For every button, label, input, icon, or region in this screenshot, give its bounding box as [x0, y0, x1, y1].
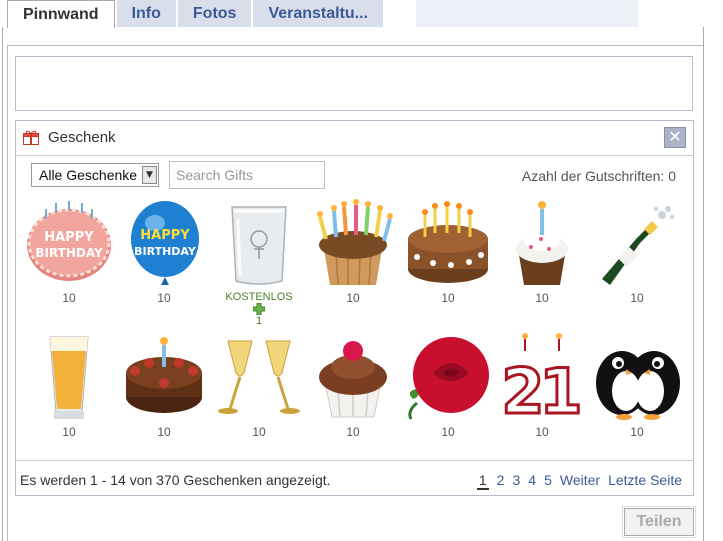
glass-tumbler-icon — [231, 206, 287, 285]
svg-text:1: 1 — [539, 355, 582, 421]
profile-tabs: Pinnwand Info Fotos Veranstaltu... — [7, 0, 385, 28]
cupcake-candle-icon — [516, 201, 568, 285]
champagne-bottle-icon — [602, 206, 674, 285]
page-link-1[interactable]: 1 — [476, 472, 489, 490]
gift-grid: HAPPY BIRTHDAY 10 HAPPY BIRTHDAY 10 KOST… — [16, 199, 693, 457]
gift-item-birthday-balloon[interactable]: HAPPY BIRTHDAY 10 — [119, 199, 209, 309]
red-rose-icon — [408, 337, 489, 420]
svg-text:BIRTHDAY: BIRTHDAY — [35, 246, 103, 260]
panel-title: Geschenk — [48, 129, 116, 146]
svg-text:HAPPY: HAPPY — [44, 230, 94, 245]
credits-count: Azahl der Gutschriften: 0 — [521, 168, 676, 184]
gift-item-champagne-glasses[interactable]: 10 — [214, 333, 304, 443]
gift-item-cupcake-candle[interactable]: 10 — [497, 199, 587, 309]
tab-bar-fill — [416, 0, 638, 27]
gift-filter-select[interactable]: Alle Geschenke ▼ — [31, 163, 159, 187]
gift-item-chocolate-torte[interactable]: 10 — [119, 333, 209, 443]
gift-item-number-21-candles[interactable]: 2 1 10 — [497, 333, 587, 443]
gift-price: 10 — [535, 291, 549, 305]
gift-price: 10 — [441, 291, 455, 305]
page-link-5[interactable]: 5 — [544, 472, 552, 490]
gift-item-beer-glass[interactable]: 10 — [24, 333, 114, 443]
share-button[interactable]: Teilen — [624, 508, 694, 536]
gift-item-birthday-cake[interactable]: HAPPY BIRTHDAY 10 — [24, 199, 114, 309]
gift-item-glass-tumbler[interactable]: KOSTENLOS 1 — [214, 199, 304, 327]
search-gifts-input[interactable] — [169, 161, 325, 189]
gift-box-icon — [23, 130, 39, 145]
gift-price: 10 — [630, 425, 644, 439]
next-page-link[interactable]: Weiter — [560, 472, 600, 490]
frame-border-left — [2, 27, 3, 541]
gift-panel-footer: Es werden 1 - 14 von 370 Geschenken ange… — [16, 460, 693, 497]
page-link-3[interactable]: 3 — [512, 472, 520, 490]
filter-selected-value: Alle Geschenke — [39, 167, 138, 183]
gift-price: 10 — [62, 291, 76, 305]
gift-item-red-rose[interactable]: 10 — [403, 333, 493, 443]
close-icon[interactable]: ✕ — [664, 127, 686, 148]
chevron-down-icon[interactable]: ▼ — [142, 166, 157, 184]
gift-price: 10 — [630, 291, 644, 305]
publisher-box[interactable] — [15, 56, 693, 111]
gift-price: 10 — [346, 291, 360, 305]
candle-cupcake-icon — [317, 199, 393, 286]
gift-item-chocolate-cake[interactable]: 10 — [403, 199, 493, 309]
tab-info[interactable]: Info — [116, 0, 176, 27]
page-link-4[interactable]: 4 — [528, 472, 536, 490]
tab-pinnwand[interactable]: Pinnwand — [7, 0, 115, 28]
bonus-count: 1 — [255, 315, 263, 327]
frame-border-right — [703, 27, 704, 541]
gift-price: 10 — [157, 291, 171, 305]
gift-price: 10 — [346, 425, 360, 439]
chocolate-cake-icon — [408, 201, 488, 283]
gift-item-champagne-bottle[interactable]: 10 — [592, 199, 682, 309]
results-summary: Es werden 1 - 14 von 370 Geschenken ange… — [20, 472, 331, 488]
plus-icon — [253, 303, 265, 315]
champagne-glasses-icon — [218, 340, 300, 414]
raspberry-cupcake-icon — [319, 341, 387, 418]
tab-veranstaltungen[interactable]: Veranstaltu... — [253, 0, 384, 27]
gift-panel-header: Geschenk ✕ — [16, 121, 693, 156]
svg-text:BIRTHDAY: BIRTHDAY — [134, 245, 197, 258]
gift-panel: Geschenk ✕ Alle Geschenke ▼ Azahl der Gu… — [15, 120, 694, 496]
tab-fotos[interactable]: Fotos — [177, 0, 252, 27]
free-label: KOSTENLOS — [225, 291, 293, 303]
pagination: 1 2 3 4 5 Weiter Letzte Seite — [476, 472, 682, 490]
gift-item-raspberry-cupcake[interactable]: 10 — [308, 333, 398, 443]
gift-item-penguins[interactable]: 10 — [592, 333, 682, 443]
gift-item-candle-cupcake[interactable]: 10 — [308, 199, 398, 309]
penguins-icon — [596, 351, 680, 420]
gift-price: 10 — [535, 425, 549, 439]
svg-text:HAPPY: HAPPY — [140, 228, 190, 243]
gift-price: 10 — [441, 425, 455, 439]
beer-glass-icon — [49, 336, 89, 419]
birthday-cake-icon: HAPPY BIRTHDAY — [27, 201, 111, 281]
gift-price: 10 — [62, 425, 76, 439]
svg-text:2: 2 — [501, 355, 544, 421]
gift-price: 10 — [157, 425, 171, 439]
gift-price: 10 — [252, 425, 266, 439]
chocolate-torte-icon — [126, 337, 202, 413]
birthday-balloon-icon: HAPPY BIRTHDAY — [131, 201, 199, 285]
gift-price-free: KOSTENLOS 1 — [206, 291, 312, 327]
last-page-link[interactable]: Letzte Seite — [608, 472, 682, 490]
page-link-2[interactable]: 2 — [497, 472, 505, 490]
number-21-candles-icon: 2 1 — [500, 333, 584, 421]
